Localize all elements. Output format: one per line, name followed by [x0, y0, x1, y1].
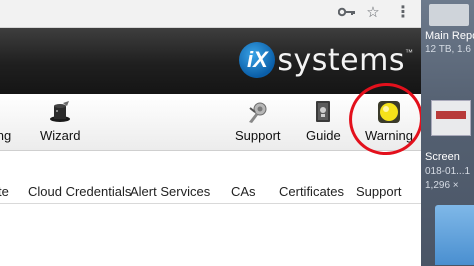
desktop-item-title[interactable]: Screen [425, 151, 460, 163]
drive-icon[interactable] [429, 4, 469, 26]
logo-trademark: ™ [405, 48, 413, 57]
settings-icon [0, 100, 16, 124]
kebab-menu-icon[interactable]: ⋮ [393, 2, 413, 22]
tab-cloud-credentials[interactable]: Cloud Credentials [28, 184, 131, 199]
app-header: iX systems ™ [0, 28, 421, 94]
browser-toolbar: ☆ ⋮ [0, 0, 421, 28]
wizard-hat-icon [48, 100, 72, 124]
desktop-item-sub: 1,296 × [425, 180, 459, 191]
desktop-item-sub: 018-01...1 [425, 166, 471, 177]
tab-divider [0, 203, 421, 204]
guide-book-icon [311, 100, 335, 124]
toolbar-label: Guide [306, 128, 341, 143]
settings-tab-bar: te Cloud Credentials Alert Services CAs … [0, 176, 421, 202]
support-icon [246, 100, 270, 124]
desktop-sidebar: Main Repo 12 TB, 1.6 Screen 018-01...1 1… [421, 0, 474, 266]
ixsystems-logo: iX systems ™ [239, 42, 413, 78]
toolbar-label: Wizard [40, 128, 81, 143]
toolbar-wizard[interactable]: Wizard [40, 100, 80, 143]
toolbar-label: Support [235, 128, 281, 143]
tab-partial[interactable]: te [0, 184, 9, 199]
toolbar-label: ng [0, 128, 12, 143]
desktop-item-title[interactable]: Main Repo [425, 30, 474, 42]
logo-text: systems [277, 42, 405, 78]
tab-alert-services[interactable]: Alert Services [130, 184, 210, 199]
tab-cas[interactable]: CAs [231, 184, 256, 199]
toolbar-guide[interactable]: Guide [306, 100, 341, 143]
desktop-item-sub: 12 TB, 1.6 [425, 44, 471, 55]
toolbar-settings[interactable]: ng [0, 100, 16, 143]
key-icon[interactable] [337, 2, 357, 22]
tab-certificates[interactable]: Certificates [279, 184, 344, 199]
tab-support[interactable]: Support [356, 184, 402, 199]
screenshot-thumbnail-icon[interactable] [431, 100, 471, 136]
toolbar-support[interactable]: Support [235, 100, 281, 143]
star-icon[interactable]: ☆ [363, 2, 383, 22]
logo-mark: iX [239, 42, 276, 78]
folder-icon[interactable] [435, 205, 474, 265]
